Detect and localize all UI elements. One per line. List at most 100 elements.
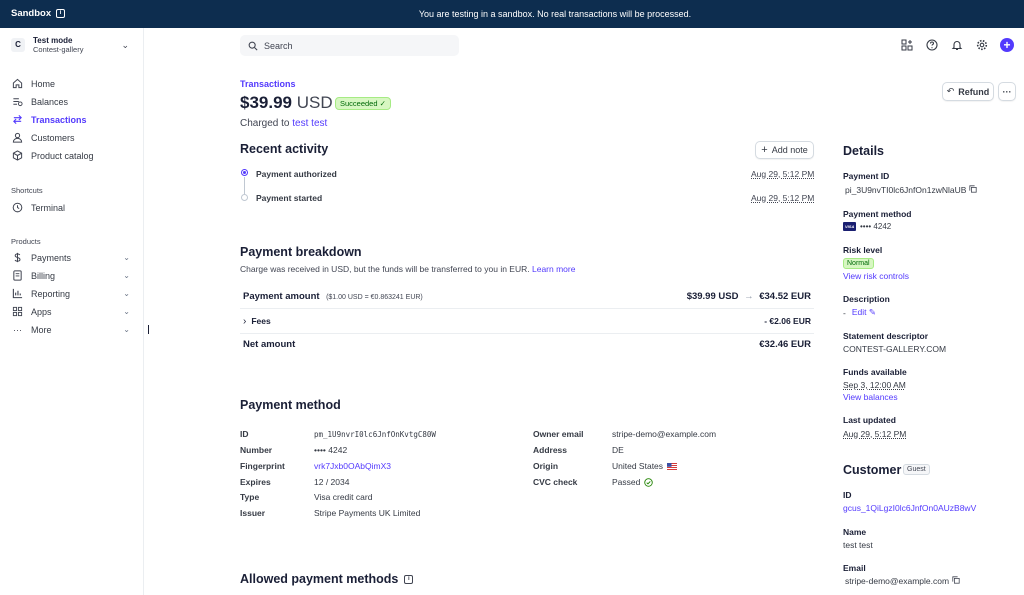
allowed-methods-title: Allowed payment methods	[240, 572, 399, 586]
customer-name-value: test test	[843, 540, 873, 550]
edit-label: Edit	[851, 307, 867, 317]
customer-id-link[interactable]: gcus_1QiLgzI0lc6JnfOn0AUzB8wV	[843, 503, 976, 513]
home-icon	[12, 78, 23, 89]
last-updated-value[interactable]: Aug 29, 5:12 PM	[843, 429, 906, 439]
chevron-right-icon[interactable]: ›	[243, 316, 246, 327]
payment-amount-row: Payment amount ($1.00 USD = €0.863241 EU…	[240, 284, 814, 309]
learn-more-link[interactable]: Learn more	[532, 264, 575, 274]
balances-icon	[12, 96, 23, 107]
sidebar-item-label: Home	[31, 78, 56, 89]
pm-label: Issuer	[240, 508, 266, 518]
pm-label: Expires	[240, 477, 271, 487]
create-button[interactable]: +	[1000, 38, 1014, 52]
sidebar-item-billing[interactable]: Billing ⌄	[12, 270, 132, 281]
refund-button[interactable]: ↶ Refund	[942, 82, 994, 101]
box-icon	[12, 150, 23, 161]
customer-id-label: ID	[843, 490, 852, 500]
copy-icon[interactable]	[952, 576, 960, 586]
more-actions-button[interactable]: ···	[998, 82, 1016, 101]
sidebar-item-terminal[interactable]: Terminal	[12, 202, 132, 213]
gear-icon[interactable]	[975, 39, 988, 52]
payments-icon	[12, 252, 23, 263]
chevron-down-icon: ⌄	[123, 325, 130, 334]
bar-chart-icon	[12, 288, 23, 299]
pm-cvc-value: Passed	[612, 477, 641, 487]
description: - Edit ✎	[843, 307, 876, 318]
breakdown-subtitle-text: Charge was received in USD, but the fund…	[240, 264, 530, 274]
pm-owner-email-value: stripe-demo@example.com	[612, 429, 717, 439]
pm-type-value: Visa credit card	[314, 492, 373, 502]
chevron-down-icon: ⌄	[121, 40, 129, 50]
pm-label: Type	[240, 492, 260, 502]
sidebar-item-transactions[interactable]: Transactions	[12, 114, 132, 125]
sandbox-message: You are testing in a sandbox. No real tr…	[418, 9, 692, 19]
sidebar-item-reporting[interactable]: Reporting ⌄	[12, 288, 132, 299]
customer-title: Customer	[843, 463, 902, 477]
help-icon[interactable]	[925, 39, 938, 52]
sidebar-item-apps[interactable]: Apps ⌄	[12, 306, 132, 317]
check-circle-icon	[644, 477, 654, 487]
customer-email-value: stripe-demo@example.com	[845, 576, 950, 586]
sidebar-item-label: Billing	[31, 270, 56, 281]
pm-expires-value: 12 / 2034	[314, 477, 350, 487]
fees-label: Fees	[251, 316, 271, 326]
description-label: Description	[843, 294, 890, 304]
account-switcher[interactable]: C Test mode Contest-gallery ⌄	[11, 36, 133, 54]
sidebar-item-more[interactable]: ··· More ⌄	[12, 324, 132, 335]
status-label: Succeeded	[340, 99, 378, 108]
info-icon[interactable]: i	[404, 574, 414, 584]
sidebar-item-home[interactable]: Home	[12, 78, 132, 89]
guest-badge: Guest	[903, 464, 930, 475]
sidebar-item-label: Customers	[31, 132, 75, 143]
sidebar-item-label: Payments	[31, 252, 72, 263]
arrow-right-icon: →	[744, 290, 754, 302]
sidebar-item-balances[interactable]: Balances	[12, 96, 132, 107]
pm-label: Address	[533, 445, 568, 455]
exchange-rate: ($1.00 USD = €0.863241 EUR)	[326, 293, 423, 301]
breadcrumb[interactable]: Transactions	[240, 79, 296, 89]
apps-grid-icon[interactable]	[900, 39, 913, 52]
sidebar-item-payments[interactable]: Payments ⌄	[12, 252, 132, 263]
activity-item-label: Payment started	[256, 193, 323, 203]
pm-id-value: pm_1U9nvrI0lc6JnfOnKvtgC80W	[314, 430, 436, 439]
activity-item-date[interactable]: Aug 29, 5:12 PM	[751, 169, 814, 179]
clock-icon	[12, 202, 23, 213]
sidebar-item-product-catalog[interactable]: Product catalog	[12, 150, 132, 161]
search-input[interactable]: Search	[240, 35, 459, 56]
customer-link[interactable]: test test	[292, 118, 327, 129]
sidebar-item-label: Balances	[31, 96, 69, 107]
chevron-down-icon: ⌄	[123, 253, 130, 262]
add-note-label: Add note	[771, 145, 808, 155]
payment-method-title: Payment method	[240, 398, 341, 412]
funds-available-value[interactable]: Sep 3, 12:00 AM	[843, 380, 906, 390]
chevron-down-icon: ⌄	[123, 271, 130, 280]
edit-description-link[interactable]: Edit ✎	[852, 307, 876, 318]
timeline-line	[244, 177, 245, 194]
shortcuts-heading: Shortcuts	[11, 186, 43, 195]
toolbar-icons: +	[900, 38, 1014, 52]
timeline-dot	[241, 194, 248, 201]
sidebar-item-label: Reporting	[31, 288, 71, 299]
sidebar-item-label: Product catalog	[31, 150, 94, 161]
activity-item-date[interactable]: Aug 29, 5:12 PM	[751, 193, 814, 203]
pm-fingerprint-link[interactable]: vrk7Jxb0OAbQimX3	[314, 461, 391, 471]
add-note-button[interactable]: + Add note	[755, 141, 814, 159]
view-risk-controls-link[interactable]: View risk controls	[843, 271, 909, 281]
customer-email: stripe-demo@example.com	[845, 576, 960, 586]
net-amount-value: €32.46 EUR	[759, 339, 811, 350]
payment-amount-label: Payment amount	[243, 290, 320, 302]
pm-label: CVC check	[533, 477, 578, 487]
last-updated-label: Last updated	[843, 415, 896, 425]
check-icon: ✓	[379, 99, 386, 108]
search-icon	[248, 41, 258, 51]
bell-icon[interactable]	[950, 39, 963, 52]
plus-icon: +	[761, 144, 768, 156]
sidebar-item-customers[interactable]: Customers	[12, 132, 132, 143]
details-title: Details	[843, 144, 884, 158]
net-amount-label: Net amount	[243, 339, 296, 350]
fees-row[interactable]: › Fees - €2.06 EUR	[240, 309, 814, 334]
fees-value: - €2.06 EUR	[764, 316, 811, 326]
copy-icon[interactable]	[969, 185, 978, 195]
view-balances-link[interactable]: View balances	[843, 392, 898, 402]
statement-descriptor-value: CONTEST-GALLERY.COM	[843, 344, 947, 354]
